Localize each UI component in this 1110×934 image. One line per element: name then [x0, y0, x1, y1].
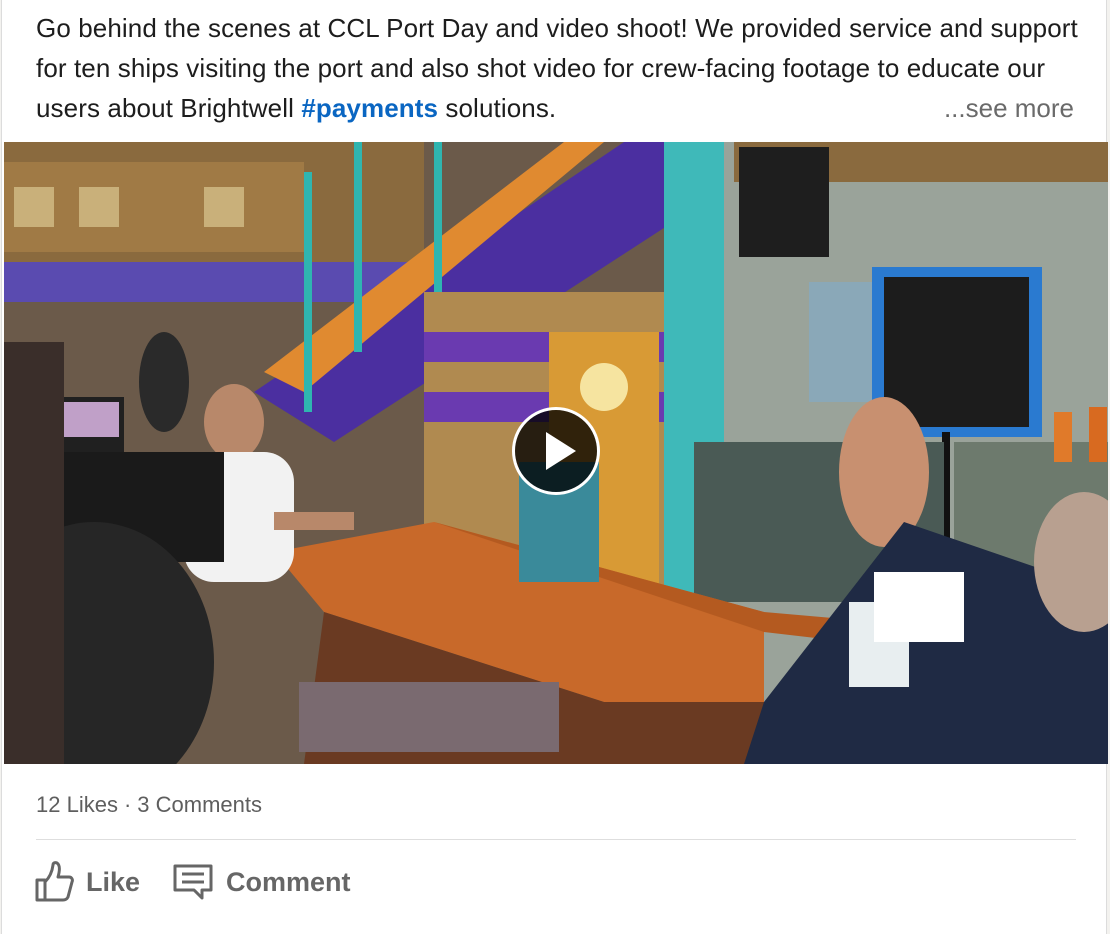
divider — [36, 839, 1076, 840]
hashtag-link[interactable]: #payments — [301, 93, 438, 123]
comment-button[interactable]: Comment — [172, 862, 351, 902]
play-button[interactable] — [512, 407, 600, 495]
like-label: Like — [86, 866, 141, 897]
play-icon — [546, 432, 576, 470]
post-text: Go behind the scenes at CCL Port Day and… — [36, 8, 1086, 128]
comments-count[interactable]: 3 Comments — [137, 792, 262, 817]
comment-label: Comment — [226, 866, 351, 897]
post-text-body: Go behind the scenes at CCL Port Day and… — [36, 13, 1078, 123]
action-bar: Like Comment — [34, 858, 383, 906]
speech-bubble-icon — [173, 864, 213, 900]
video-thumbnail[interactable] — [4, 142, 1108, 764]
post-text-end: solutions. — [438, 93, 557, 123]
likes-count[interactable]: 12 Likes — [36, 792, 118, 817]
separator-dot: · — [123, 792, 132, 817]
like-button[interactable]: Like — [34, 861, 140, 903]
feed-post-card: Go behind the scenes at CCL Port Day and… — [1, 0, 1108, 934]
see-more-link[interactable]: ...see more — [944, 88, 1074, 128]
thumbs-up-icon — [35, 861, 74, 902]
social-counts: 12 Likes · 3 Comments — [36, 788, 262, 822]
